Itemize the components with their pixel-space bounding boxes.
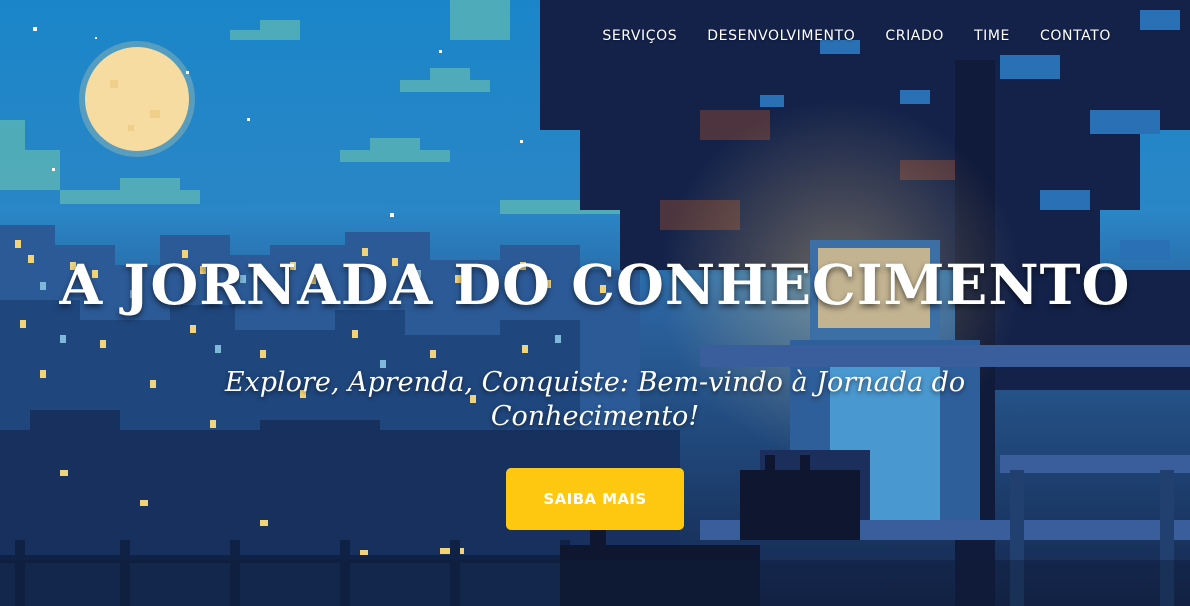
hero-subtitle: Explore, Aprenda, Conquiste: Bem-vindo à… <box>224 367 966 432</box>
saiba-mais-button[interactable]: SAIBA MAIS <box>506 468 684 530</box>
nav-link-time[interactable]: TIME <box>974 28 1010 44</box>
moon-icon <box>79 41 195 157</box>
nav-link-contato[interactable]: CONTATO <box>1040 28 1111 44</box>
nav-link-desenvolvimento[interactable]: DESENVOLVIMENTO <box>707 28 855 44</box>
hero-content: A JORNADA DO CONHECIMENTO Explore, Apren… <box>0 252 1190 530</box>
hero-section: SERVIÇOS DESENVOLVIMENTO CRIADO TIME CON… <box>0 0 1190 606</box>
nav-link-servicos[interactable]: SERVIÇOS <box>602 28 677 44</box>
nav-link-criado[interactable]: CRIADO <box>885 28 944 44</box>
hero-title: A JORNADA DO CONHECIMENTO <box>59 252 1131 317</box>
main-navigation: SERVIÇOS DESENVOLVIMENTO CRIADO TIME CON… <box>602 28 1111 44</box>
